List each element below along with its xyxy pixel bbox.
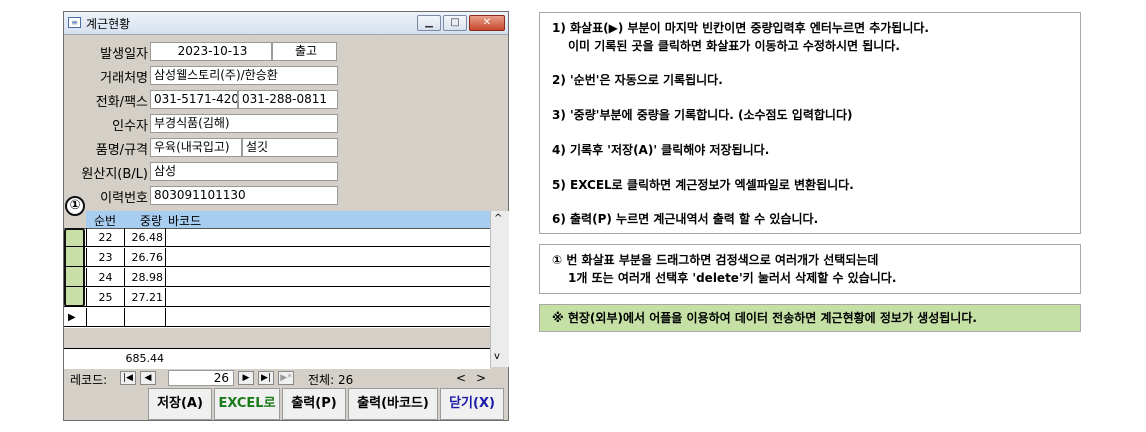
new-row[interactable]: ▶ bbox=[64, 308, 490, 327]
instruction-line: 3) '중량'부분에 중량을 기록합니다. (소수점도 입력합니다) bbox=[552, 108, 853, 122]
minimize-icon[interactable]: ▁ bbox=[417, 15, 441, 31]
type-field[interactable]: 출고 bbox=[272, 42, 337, 61]
print-barcode-button[interactable]: 출력(바코드) bbox=[348, 388, 438, 420]
window-title: 계근현황 bbox=[86, 17, 131, 31]
origin-label: 원산지(B/L) bbox=[81, 167, 148, 182]
instructions-panel: 1) 화살표(▶) 부분이 마지막 빈칸이면 중량입력후 엔터누르면 추가됩니다… bbox=[539, 12, 1081, 234]
instruction-line: 6) 출력(P) 누르면 계근내역서 출력 할 수 있습니다. bbox=[552, 212, 819, 226]
scroll-up-icon[interactable]: ^ bbox=[494, 213, 502, 224]
new-record-icon[interactable]: ▶* bbox=[278, 371, 294, 385]
save-button[interactable]: 저장(A) bbox=[148, 388, 212, 420]
col-no-header[interactable]: 순번 bbox=[86, 212, 124, 229]
row-no[interactable]: 24 bbox=[86, 268, 124, 287]
annotation-badge: ① bbox=[65, 196, 85, 216]
record-total: 전체: 26 bbox=[308, 373, 354, 387]
delete-note-line: 1개 또는 여러개 선택후 'delete'키 눌러서 삭제할 수 있습니다. bbox=[568, 271, 897, 285]
weight-total: 685.44 bbox=[125, 352, 165, 365]
scroll-down-icon[interactable]: v bbox=[494, 351, 500, 362]
form-icon: ≡ bbox=[68, 17, 81, 28]
fax-field[interactable]: 031-288-0811 bbox=[238, 90, 338, 109]
row-weight[interactable]: 28.98 bbox=[124, 268, 166, 287]
print-button[interactable]: 출력(P) bbox=[282, 388, 346, 420]
client-label: 거래처명 bbox=[100, 71, 148, 86]
row-weight[interactable]: 26.76 bbox=[124, 248, 166, 267]
instruction-line: 1) 화살표(▶) 부분이 마지막 빈칸이면 중량입력후 엔터누르면 추가됩니다… bbox=[552, 21, 929, 35]
phone-label: 전화/팩스 bbox=[95, 95, 148, 110]
table-row[interactable]: 23 26.76 bbox=[64, 248, 490, 267]
footer-note: ※ 현장(외부)에서 어플을 이용하여 데이터 전송하면 계근현황에 정보가 생… bbox=[539, 304, 1081, 332]
row-no[interactable]: 22 bbox=[86, 228, 124, 247]
instruction-line: 2) '순번'은 자동으로 기록됩니다. bbox=[552, 73, 723, 87]
table-row[interactable]: 24 28.98 bbox=[64, 268, 490, 287]
table-row[interactable]: 25 27.21 bbox=[64, 288, 490, 307]
date-label: 발생일자 bbox=[100, 47, 148, 62]
close-button[interactable]: 닫기(X) bbox=[440, 388, 504, 420]
new-row-weight[interactable] bbox=[124, 308, 166, 327]
date-field[interactable]: 2023-10-13 bbox=[150, 42, 272, 61]
item-name-field[interactable]: 우육(내국입고) bbox=[150, 138, 242, 157]
new-row-arrow-icon: ▶ bbox=[68, 312, 76, 323]
item-spec-field[interactable]: 설깃 bbox=[242, 138, 338, 157]
close-icon[interactable]: ✕ bbox=[469, 15, 505, 31]
row-no[interactable]: 23 bbox=[86, 248, 124, 267]
scroll-right-icon[interactable]: > bbox=[476, 371, 486, 385]
trace-field[interactable]: 803091101130 bbox=[150, 186, 338, 205]
row-weight[interactable]: 26.48 bbox=[124, 228, 166, 247]
delete-note-line: ① 번 화살표 부분을 드래그하면 검정색으로 여러개가 선택되는데 bbox=[552, 253, 879, 267]
next-record-icon[interactable]: ▶ bbox=[238, 371, 254, 385]
record-label: 레코드: bbox=[70, 373, 108, 387]
instruction-line: 이미 기록된 곳을 클릭하면 화살표가 이동하고 수정하시면 됩니다. bbox=[568, 39, 900, 53]
receiver-label: 인수자 bbox=[112, 119, 148, 134]
weighing-window: ≡ 계근현황 ▁ □ ✕ 발생일자 2023-10-13 출고 거래처명 삼성웰… bbox=[63, 11, 509, 421]
grid-header: 순번 중량 바코드 bbox=[64, 211, 490, 229]
receiver-field[interactable]: 부경식품(김해) bbox=[150, 114, 338, 133]
col-weight-header[interactable]: 중량 bbox=[124, 212, 164, 229]
title-bar[interactable]: ≡ 계근현황 ▁ □ ✕ bbox=[64, 12, 508, 35]
scroll-left-icon[interactable]: < bbox=[456, 371, 466, 385]
instruction-line: 5) EXCEL로 클릭하면 계근정보가 엑셀파일로 변환됩니다. bbox=[552, 178, 854, 192]
last-record-icon[interactable]: ▶| bbox=[258, 371, 274, 385]
instruction-line: 4) 기록후 '저장(A)' 클릭해야 저장됩니다. bbox=[552, 143, 770, 157]
new-row-no[interactable] bbox=[86, 308, 125, 327]
client-field[interactable]: 삼성웰스토리(주)/한승환 bbox=[150, 66, 338, 85]
phone-field[interactable]: 031-5171-4203 bbox=[150, 90, 238, 109]
table-row[interactable]: 22 26.48 bbox=[64, 228, 490, 247]
grid-footer bbox=[64, 328, 490, 349]
grid-scrollbar[interactable]: ^ v bbox=[490, 211, 509, 367]
item-label: 품명/규격 bbox=[95, 143, 148, 158]
row-no[interactable]: 25 bbox=[86, 288, 124, 307]
maximize-icon[interactable]: □ bbox=[443, 15, 467, 31]
first-record-icon[interactable]: |◀ bbox=[120, 371, 136, 385]
weight-grid: 순번 중량 바코드 22 26.48 23 26.76 24 28.98 25 … bbox=[64, 211, 490, 369]
delete-note-panel: ① 번 화살표 부분을 드래그하면 검정색으로 여러개가 선택되는데 1개 또는… bbox=[539, 244, 1081, 294]
excel-button[interactable]: EXCEL로 bbox=[214, 388, 280, 420]
col-barcode-header[interactable]: 바코드 bbox=[168, 212, 201, 229]
prev-record-icon[interactable]: ◀ bbox=[140, 371, 156, 385]
origin-field[interactable]: 삼성 bbox=[150, 162, 338, 181]
row-weight[interactable]: 27.21 bbox=[124, 288, 166, 307]
current-record-input[interactable]: 26 bbox=[168, 370, 234, 386]
